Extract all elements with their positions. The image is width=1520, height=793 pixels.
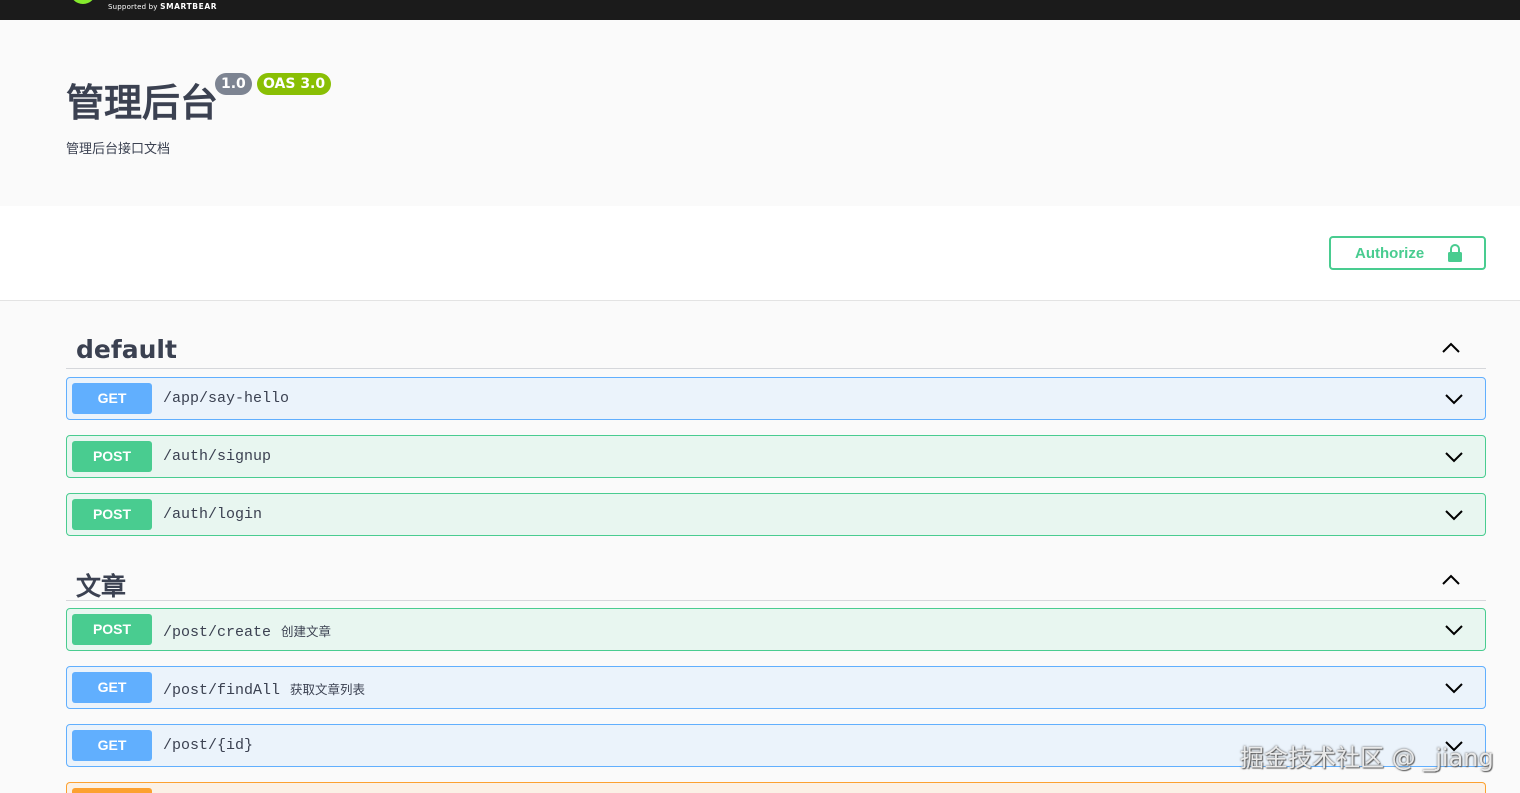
operation-summary: 创建文章 xyxy=(281,624,332,639)
operation-get-post-findall[interactable]: GET /post/findAll 获取文章列表 xyxy=(66,666,1486,709)
operation-summary: 获取文章列表 xyxy=(290,682,366,697)
method-badge: GET xyxy=(72,672,152,703)
method-badge xyxy=(72,788,152,793)
supported-by-text: Supported by SMARTBEAR xyxy=(108,2,217,11)
section-title: 文章 xyxy=(76,572,127,601)
section-header-articles[interactable]: 文章 xyxy=(66,555,1486,601)
chevron-down-icon[interactable] xyxy=(1443,388,1465,410)
section-header-default[interactable]: default xyxy=(66,323,1486,369)
watermark: 掘金技术社区 @ _jiang xyxy=(1240,744,1494,772)
operation-path: /post/{id} xyxy=(163,737,254,754)
smartbear-brand: SMARTBEAR xyxy=(160,2,218,11)
operation-post-post-create[interactable]: POST /post/create 创建文章 xyxy=(66,608,1486,651)
oas-badge: OAS 3.0 xyxy=(257,73,332,95)
api-description: 管理后台接口文档 xyxy=(66,142,171,157)
operation-path: /post/create 创建文章 xyxy=(163,624,332,641)
method-badge: POST xyxy=(72,441,152,472)
page-title: 管理后台 xyxy=(66,81,219,125)
chevron-down-icon[interactable] xyxy=(1443,677,1465,699)
operation-partial[interactable] xyxy=(66,782,1486,793)
method-badge: POST xyxy=(72,614,152,645)
api-info: 管理后台 1.0 OAS 3.0 管理后台接口文档 xyxy=(0,20,1520,206)
operation-path: /auth/login xyxy=(163,506,263,523)
operation-get-app-say-hello[interactable]: GET /app/say-hello xyxy=(66,377,1486,420)
scheme-container: Authorize xyxy=(0,206,1520,301)
version-badge: 1.0 xyxy=(215,73,252,95)
operation-path: /auth/signup xyxy=(163,448,272,465)
section-title: default xyxy=(76,335,177,364)
method-badge: GET xyxy=(72,730,152,761)
chevron-down-icon[interactable] xyxy=(1443,619,1465,641)
chevron-up-icon[interactable] xyxy=(1440,569,1462,591)
operation-path: /app/say-hello xyxy=(163,390,290,407)
top-bar: Supported by SMARTBEAR xyxy=(0,0,1520,20)
lock-icon xyxy=(1448,244,1462,262)
method-badge: GET xyxy=(72,383,152,414)
authorize-button[interactable]: Authorize xyxy=(1329,236,1486,270)
method-badge: POST xyxy=(72,499,152,530)
chevron-up-icon[interactable] xyxy=(1440,337,1462,359)
swagger-logo-icon[interactable] xyxy=(70,0,96,4)
chevron-down-icon[interactable] xyxy=(1443,446,1465,468)
authorize-label: Authorize xyxy=(1355,245,1425,262)
chevron-down-icon[interactable] xyxy=(1443,504,1465,526)
supported-prefix: Supported by xyxy=(108,3,158,11)
operation-post-auth-login[interactable]: POST /auth/login xyxy=(66,493,1486,536)
operation-path: /post/findAll 获取文章列表 xyxy=(163,682,366,699)
operation-post-auth-signup[interactable]: POST /auth/signup xyxy=(66,435,1486,478)
